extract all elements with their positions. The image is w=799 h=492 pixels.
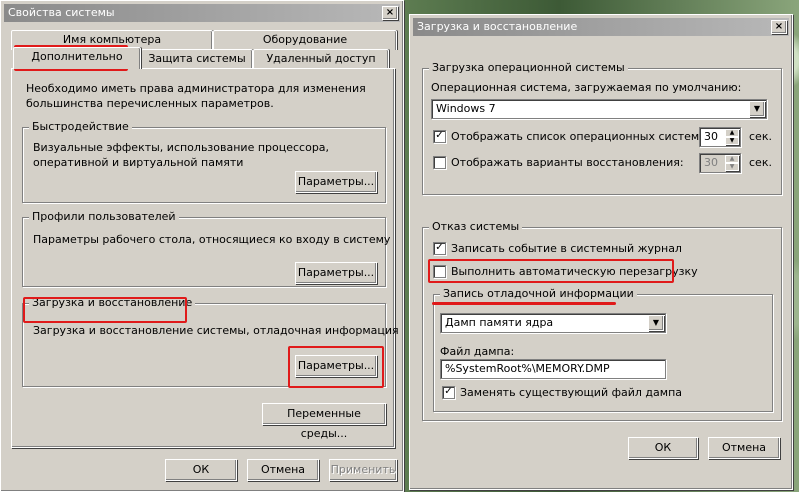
spinner-value: 30	[704, 130, 718, 143]
tab-system-protection[interactable]: Защита системы	[141, 49, 253, 69]
overwrite-checkbox[interactable]: ✓	[442, 386, 455, 399]
tab-advanced[interactable]: Дополнительно	[13, 47, 141, 69]
group-title: Загрузка и восстановление	[29, 296, 196, 309]
write-event-checkbox[interactable]: ✓	[433, 242, 446, 255]
dump-file-input[interactable]: %SystemRoot%\MEMORY.DMP	[440, 359, 666, 379]
dump-type-select[interactable]: Дамп памяти ядра ▼	[440, 313, 666, 333]
group-title: Профили пользователей	[29, 210, 179, 223]
show-os-list-label: Отображать список операционных систем:	[451, 130, 703, 143]
group-description: Визуальные эффекты, использование процес…	[33, 141, 330, 169]
close-icon[interactable]: ×	[771, 20, 787, 34]
write-event-label: Записать событие в системный журнал	[451, 242, 682, 255]
cancel-button[interactable]: Отмена	[708, 437, 780, 459]
group-title: Загрузка операционной системы	[429, 61, 628, 74]
ok-button[interactable]: ОК	[165, 459, 237, 481]
window-title: Загрузка и восстановление	[417, 20, 578, 33]
show-os-list-checkbox[interactable]: ✓	[433, 130, 446, 143]
title-bar[interactable]: Свойства системы ×	[4, 4, 400, 22]
spin-down-icon[interactable]: ▼	[725, 163, 739, 171]
tab-panel: Необходимо иметь права администратора дл…	[11, 68, 399, 448]
default-os-label: Операционная система, загружаемая по умо…	[431, 81, 742, 94]
apply-button[interactable]: Применить	[329, 459, 397, 481]
seconds-unit: сек.	[749, 130, 772, 143]
system-properties-window: Свойства системы × Имя компьютера Оборуд…	[0, 0, 404, 492]
seconds-unit: сек.	[749, 156, 772, 169]
auto-restart-checkbox[interactable]	[433, 265, 446, 278]
startup-recovery-group: Загрузка и восстановление Загрузка и вос…	[22, 296, 399, 387]
environment-variables-button[interactable]: Переменные среды...	[262, 403, 386, 440]
chevron-down-icon[interactable]: ▼	[749, 101, 765, 117]
tab-label: Удаленный доступ	[266, 52, 376, 65]
performance-group: Быстродействие Визуальные эффекты, испол…	[22, 120, 386, 203]
underline-debug-info	[432, 302, 616, 305]
ok-button[interactable]: ОК	[628, 437, 698, 459]
admin-note: Необходимо иметь права администратора дл…	[26, 82, 366, 110]
default-os-select[interactable]: Windows 7 ▼	[431, 99, 767, 119]
tab-remote[interactable]: Удаленный доступ	[253, 49, 389, 69]
window-title: Свойства системы	[8, 6, 115, 19]
cancel-button[interactable]: Отмена	[247, 459, 319, 481]
performance-settings-button[interactable]: Параметры...	[295, 171, 377, 193]
spinner-value: 30	[704, 156, 718, 169]
spin-down-icon[interactable]: ▼	[725, 137, 739, 145]
tab-label: Защита системы	[148, 52, 246, 65]
input-value: %SystemRoot%\MEMORY.DMP	[445, 362, 610, 375]
chevron-down-icon[interactable]: ▼	[648, 315, 664, 331]
debug-info-group: Запись отладочной информации Дамп памяти…	[433, 287, 773, 412]
select-value: Дамп памяти ядра	[445, 316, 554, 329]
close-icon[interactable]: ×	[382, 6, 398, 20]
title-bar[interactable]: Загрузка и восстановление ×	[413, 18, 789, 36]
group-description: Параметры рабочего стола, относящиеся ко…	[33, 233, 391, 246]
overwrite-label: Заменять существующий файл дампа	[460, 386, 683, 399]
dump-file-label: Файл дампа:	[440, 345, 515, 358]
tab-label: Оборудование	[262, 33, 348, 46]
os-startup-group: Загрузка операционной системы Операционн…	[422, 61, 782, 195]
show-recovery-label: Отображать варианты восстановления:	[451, 156, 684, 169]
tab-label: Имя компьютера	[62, 33, 162, 46]
show-os-list-spinner[interactable]: 30 ▲ ▼	[699, 127, 741, 147]
auto-restart-label: Выполнить автоматическую перезагрузку	[451, 265, 698, 278]
spin-up-icon[interactable]: ▲	[725, 129, 739, 137]
user-profiles-group: Профили пользователей Параметры рабочего…	[22, 210, 390, 287]
spin-up-icon[interactable]: ▲	[725, 155, 739, 163]
group-title: Быстродействие	[29, 120, 132, 133]
tab-label: Дополнительно	[31, 50, 123, 63]
startup-recovery-window: Загрузка и восстановление × Загрузка опе…	[409, 14, 793, 490]
startup-settings-button[interactable]: Параметры...	[295, 355, 377, 377]
group-title: Отказ системы	[429, 220, 523, 233]
group-description: Загрузка и восстановление системы, отлад…	[33, 324, 399, 337]
select-value: Windows 7	[436, 102, 496, 115]
group-title: Запись отладочной информации	[440, 287, 637, 300]
tab-hardware[interactable]: Оборудование	[213, 30, 397, 50]
system-failure-group: Отказ системы ✓ Записать событие в систе…	[422, 220, 782, 421]
show-recovery-checkbox[interactable]	[433, 156, 446, 169]
profiles-settings-button[interactable]: Параметры...	[295, 262, 377, 284]
show-recovery-spinner[interactable]: 30 ▲ ▼	[699, 153, 741, 173]
